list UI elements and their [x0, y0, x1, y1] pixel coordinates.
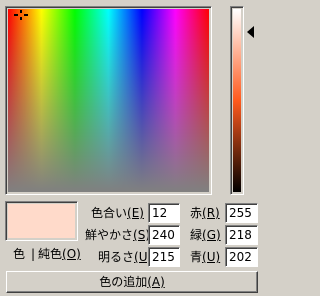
green-mnemonic: (G)	[202, 228, 221, 242]
solid-color-mnemonic: (O)	[62, 247, 81, 261]
green-input[interactable]: 218	[225, 225, 258, 245]
saturation-input[interactable]: 240	[148, 225, 180, 245]
color-preview-frame	[5, 201, 78, 241]
add-color-mnemonic: (A)	[147, 274, 165, 289]
luminosity-bar[interactable]	[233, 9, 241, 192]
solid-color-label[interactable]: 純色(O)	[38, 246, 81, 262]
saturation-label-text: 鮮やかさ	[85, 228, 134, 242]
color-preview-swatch	[8, 204, 75, 238]
blue-mnemonic: (U)	[202, 250, 221, 264]
luminosity-bar-frame	[230, 6, 244, 195]
blue-label: 青(U)	[190, 249, 220, 265]
add-custom-color-button[interactable]: 色の追加(A)	[6, 271, 258, 293]
hue-input[interactable]: 12	[148, 203, 180, 223]
solid-color-text: 純色	[38, 247, 63, 261]
red-input[interactable]: 255	[225, 203, 258, 223]
red-mnemonic: (R)	[202, 206, 220, 220]
hue-mnemonic: (E)	[127, 206, 144, 220]
luminosity-slider-arrow-icon[interactable]	[247, 26, 254, 38]
color-spectrum[interactable]	[8, 9, 209, 192]
preview-separator: |	[31, 247, 36, 261]
color-preview-label: 色	[13, 247, 26, 261]
luminosity-input[interactable]: 215	[148, 247, 180, 267]
hue-label: 色合い(E)	[91, 205, 144, 221]
green-label-text: 緑	[190, 228, 203, 242]
luminosity-label-text: 明るさ	[98, 250, 135, 264]
saturation-label: 鮮やかさ(S)	[85, 227, 150, 243]
blue-input[interactable]: 202	[225, 247, 258, 267]
green-label: 緑(G)	[190, 227, 221, 243]
crosshair-icon	[14, 10, 28, 20]
color-spectrum-frame	[5, 6, 212, 195]
blue-label-text: 青	[190, 250, 203, 264]
hue-label-text: 色合い	[91, 206, 128, 220]
red-label: 赤(R)	[190, 205, 220, 221]
red-label-text: 赤	[190, 206, 203, 220]
luminosity-label: 明るさ(U)	[98, 249, 152, 265]
add-color-label: 色の追加	[99, 274, 148, 289]
